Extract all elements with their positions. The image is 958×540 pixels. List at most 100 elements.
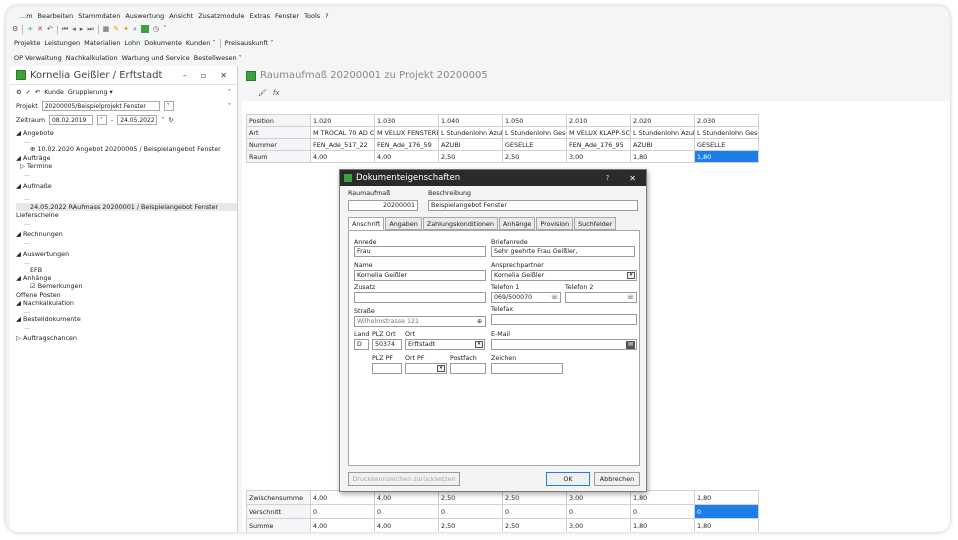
ort-pf-field[interactable]: ▾: [405, 363, 447, 374]
toolbar-kunden[interactable]: Kunden ˅: [186, 39, 216, 47]
grid-cell[interactable]: M VELUX FENSTERE: [374, 126, 439, 139]
ort-field[interactable]: Erftstadt ▾: [405, 339, 485, 350]
undo-icon[interactable]: ↶: [35, 89, 40, 96]
tab-suchfelder[interactable]: Suchfelder: [574, 217, 617, 230]
dropdown-icon[interactable]: ▾: [437, 365, 445, 372]
clock-icon[interactable]: ◷: [153, 25, 159, 33]
prev-record-icon[interactable]: ◂: [72, 25, 76, 33]
tree-node-aufmasse[interactable]: ◢ Aufmaße: [16, 182, 237, 190]
ansprechpartner-field[interactable]: Kornelia Geißler ▾: [491, 270, 637, 281]
grid-cell[interactable]: 0: [566, 504, 631, 519]
toolbar-lohn[interactable]: Lohn: [125, 39, 141, 47]
tree-item-bemerkungen[interactable]: ☑ Bemerkungen: [16, 282, 237, 290]
grid-cell[interactable]: 2,50: [502, 518, 567, 532]
grid-cell[interactable]: 1,80: [630, 150, 695, 163]
briefanrede-field[interactable]: Sehr geehrte Frau Geißler,: [491, 246, 635, 257]
green-box-icon[interactable]: [140, 25, 149, 33]
chevron-down-icon[interactable]: ˅: [161, 117, 164, 124]
telefax-field[interactable]: [491, 314, 637, 325]
settings-icon[interactable]: ⚙: [16, 89, 22, 96]
grid-cell[interactable]: 0: [374, 504, 439, 519]
grid-cell[interactable]: 3,00: [566, 150, 631, 163]
grid-cell[interactable]: 2,50: [438, 490, 503, 505]
plz-pf-field[interactable]: [372, 363, 402, 374]
chevron-down-icon[interactable]: ˅: [228, 89, 231, 96]
tool-icon[interactable]: ✎: [113, 25, 119, 33]
menu-item-extras[interactable]: Extras: [250, 12, 271, 20]
tab-angaben[interactable]: Angaben: [385, 217, 422, 230]
grid-cell[interactable]: 4,00: [374, 490, 439, 505]
tree-node-termine[interactable]: ▷ Termine: [16, 162, 237, 170]
tree-node-lieferscheine[interactable]: Lieferscheine: [16, 211, 237, 219]
dropdown-icon[interactable]: ▾: [475, 341, 483, 348]
refresh-icon[interactable]: ↻: [168, 117, 173, 124]
grid-cell[interactable]: 3,00: [566, 490, 631, 505]
grid-cell[interactable]: FEN_Ade_176_59: [374, 138, 439, 151]
globe-icon[interactable]: ⊕: [475, 318, 484, 326]
minimize-icon[interactable]: –: [183, 71, 187, 80]
zeitraum-from-field[interactable]: 08.02.2019: [48, 115, 93, 125]
tab-anschrift[interactable]: Anschrift: [348, 217, 385, 230]
tab-anhaenge[interactable]: Anhänge: [498, 217, 536, 230]
grid-cell[interactable]: 2.010: [566, 114, 631, 127]
paint-icon[interactable]: 🖌: [258, 89, 267, 97]
zeichen-field[interactable]: [491, 363, 563, 374]
undo-icon[interactable]: ↶: [47, 25, 53, 33]
close-icon[interactable]: ✕: [629, 174, 636, 183]
grid-cell[interactable]: 1,80: [630, 490, 695, 505]
grid-cell[interactable]: 1.020: [310, 114, 375, 127]
tab-provision[interactable]: Provision: [536, 217, 574, 230]
grid-cell[interactable]: FEN_Ade_176_95: [566, 138, 631, 151]
grid-cell[interactable]: 1.030: [374, 114, 439, 127]
dropdown-icon[interactable]: ˅: [163, 101, 174, 111]
mail-icon[interactable]: ✉: [626, 341, 635, 349]
grid-cell[interactable]: 1,80: [694, 150, 759, 163]
zeitraum-to-field[interactable]: 24.05.2022: [117, 115, 158, 125]
tree-node-rechnungen[interactable]: ◢ Rechnungen: [16, 230, 237, 238]
next-record-icon[interactable]: ▸: [80, 25, 84, 33]
kunde-button[interactable]: Kunde: [44, 89, 64, 96]
grid-cell[interactable]: 2,50: [438, 150, 503, 163]
cancel-button[interactable]: Abbrechen: [594, 472, 640, 486]
grid-cell[interactable]: 3,00: [566, 518, 631, 532]
last-record-icon[interactable]: ⏭: [87, 25, 93, 34]
toolbar-wartung[interactable]: Wartung und Service: [122, 54, 190, 62]
raumaufmass-field[interactable]: 20200001: [348, 200, 418, 211]
grid-cell[interactable]: 4,00: [310, 518, 375, 532]
menu-item-file[interactable]: ...m: [20, 12, 33, 20]
toolbar-bestellwesen[interactable]: Bestellwesen ˅: [194, 54, 242, 62]
menu-item-ansicht[interactable]: Ansicht: [169, 12, 193, 20]
land-field[interactable]: D: [354, 339, 369, 350]
toolbar-materialien[interactable]: Materialien: [84, 39, 120, 47]
phone-icon[interactable]: ☏: [626, 294, 635, 302]
close-icon[interactable]: ✕: [220, 71, 227, 80]
name-field[interactable]: Kornelia Geißler: [354, 270, 486, 281]
grid-cell[interactable]: 1,80: [694, 518, 759, 532]
grid-cell[interactable]: FEN_Ade_517_22: [310, 138, 375, 151]
grid-cell[interactable]: 2.020: [630, 114, 695, 127]
tree-node-auftraege[interactable]: ◢ Aufträge: [16, 154, 237, 162]
menu-item-stammdaten[interactable]: Stammdaten: [78, 12, 120, 20]
grid-cell[interactable]: 4,00: [374, 150, 439, 163]
menu-item-auswertung[interactable]: Auswertung: [125, 12, 164, 20]
grid-cell[interactable]: M VELUX KLAPP-SC: [566, 126, 631, 139]
gear-icon[interactable]: ⚙: [12, 25, 18, 33]
menu-item-zusatzmodule[interactable]: Zusatzmodule: [198, 12, 244, 20]
dropdown-icon[interactable]: ▾: [627, 272, 635, 279]
grid-cell[interactable]: 0: [502, 504, 567, 519]
grid-cell[interactable]: L Stundenlohn Gese: [694, 126, 759, 139]
grid-cell[interactable]: L Stundenlohn Gese: [502, 126, 567, 139]
reset-print-flags-button[interactable]: Druckkennzeichen zurücksetzen: [348, 472, 460, 486]
phone-icon[interactable]: ☏: [550, 294, 559, 302]
grid-cell[interactable]: GESELLE: [694, 138, 759, 151]
grid-cell[interactable]: 4,00: [310, 490, 375, 505]
pin-icon[interactable]: ✦: [123, 25, 129, 33]
grid-cell[interactable]: AZUBI: [438, 138, 503, 151]
tree-node-anhaenge[interactable]: ◢ Anhänge: [16, 274, 237, 282]
grid-cell[interactable]: 2,50: [502, 490, 567, 505]
search-icon[interactable]: ⌕: [133, 25, 137, 34]
anrede-field[interactable]: Frau: [354, 246, 486, 257]
fx-button[interactable]: fx: [273, 89, 280, 97]
tree-item-efb[interactable]: EFB: [16, 266, 237, 274]
postfach-field[interactable]: [450, 363, 486, 374]
